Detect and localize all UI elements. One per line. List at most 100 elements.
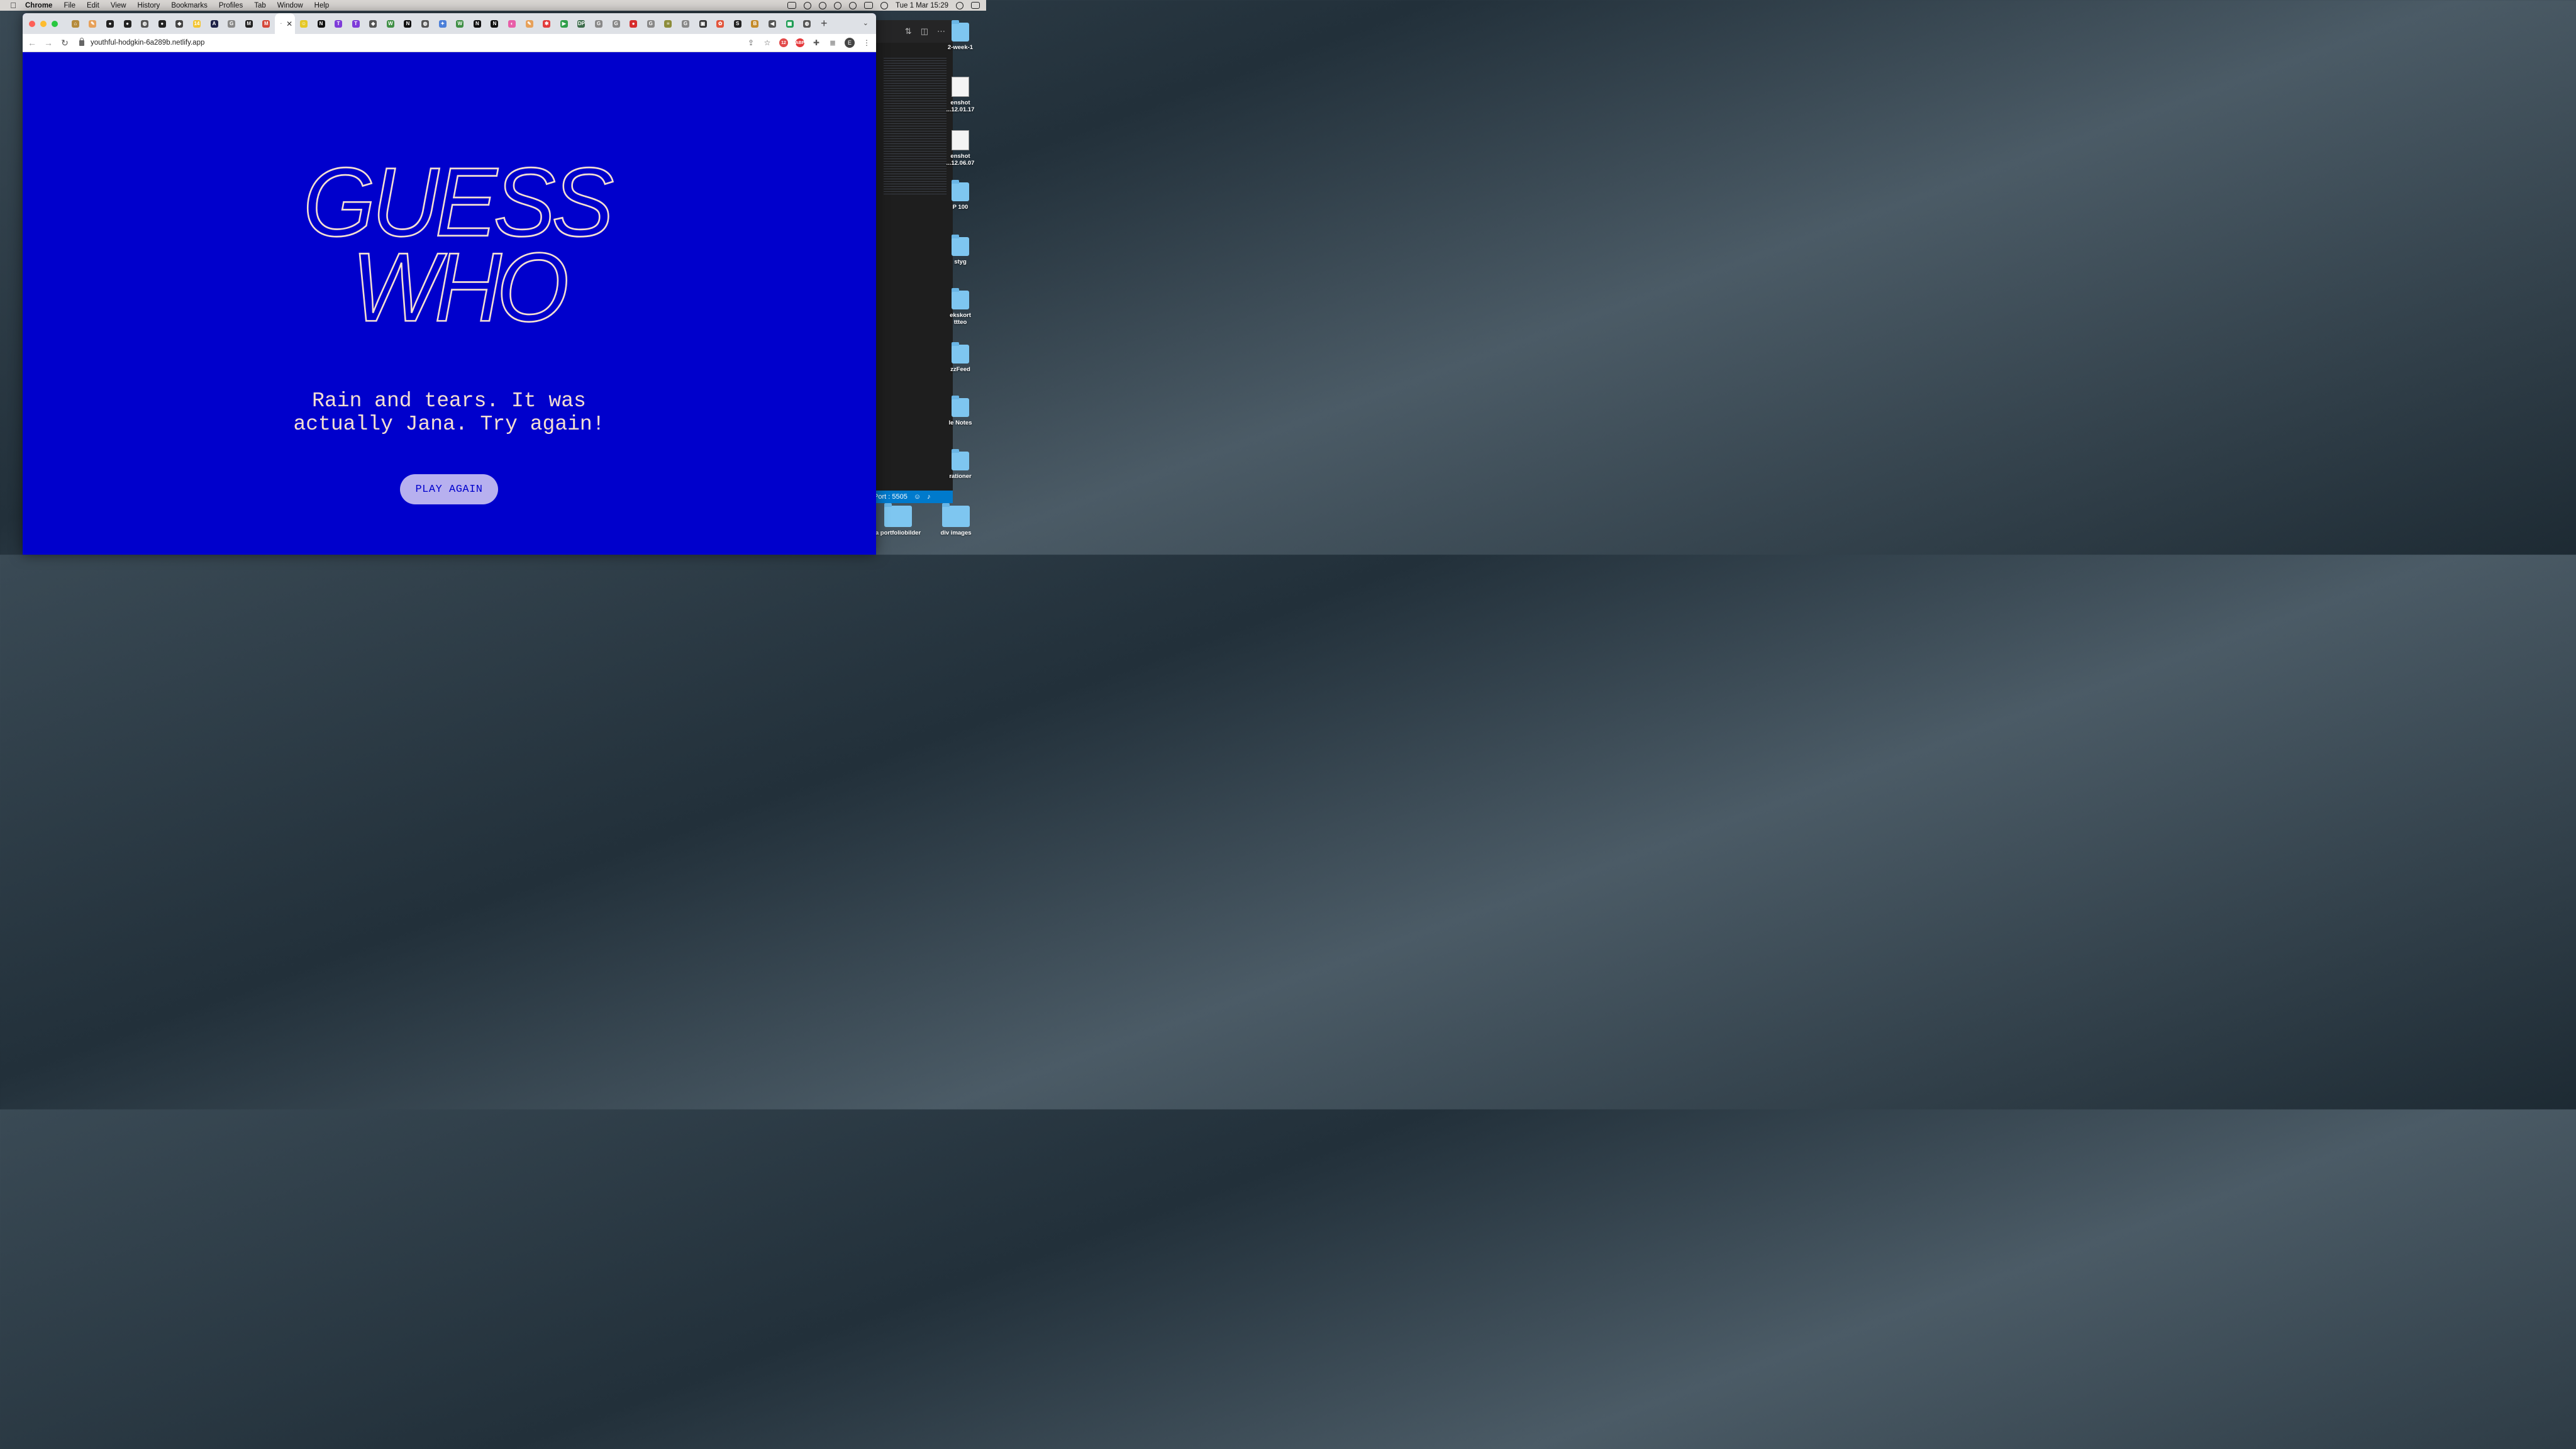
source-control-icon[interactable]: ⇅ (905, 26, 912, 36)
new-tab-button[interactable]: + (821, 17, 828, 30)
browser-tab[interactable]: ▶ (555, 13, 573, 34)
clock-ext-icon[interactable]: 12 (779, 38, 788, 47)
extension-status-icon[interactable] (819, 1, 827, 9)
menu-view[interactable]: View (111, 2, 126, 9)
control-center-icon[interactable] (971, 2, 980, 9)
address-bar[interactable]: youthful-hodgkin-6a289b.netlify.app (77, 36, 204, 50)
browser-tab[interactable]: ◍ (136, 13, 153, 34)
browser-tab[interactable]: ☺ (295, 13, 313, 34)
browser-tab[interactable]: ✿ (711, 13, 729, 34)
wifi-icon[interactable] (880, 1, 889, 9)
desktop-folder[interactable]: div images (932, 503, 980, 536)
menu-tab[interactable]: Tab (254, 2, 266, 9)
lock-icon[interactable] (79, 37, 84, 46)
share-icon[interactable]: ⇪ (747, 38, 755, 47)
chrome-menu-icon[interactable]: ⋮ (862, 38, 871, 47)
browser-tab[interactable]: T (347, 13, 365, 34)
browser-tab[interactable]: ◍ (416, 13, 434, 34)
browser-tab[interactable]: N (486, 13, 504, 34)
desktop-item[interactable]: le Notes (942, 396, 979, 426)
extensions-puzzle-icon[interactable]: ✚ (812, 38, 821, 47)
creative-cloud-icon[interactable] (804, 1, 812, 9)
browser-tab[interactable]: G (642, 13, 660, 34)
browser-tab[interactable]: N (313, 13, 330, 34)
browser-tab[interactable]: ● (625, 13, 642, 34)
bookmark-star-icon[interactable]: ☆ (763, 38, 772, 47)
browser-tab[interactable]: ⌂ (67, 13, 84, 34)
browser-tab[interactable]: ▦ (781, 13, 799, 34)
feedback-icon[interactable]: ☺ (914, 493, 921, 501)
profile-avatar[interactable]: E (845, 38, 855, 48)
tab-active[interactable]: · ✕ (275, 13, 296, 34)
desktop-item[interactable]: ekskort ttteo (942, 288, 979, 326)
desktop-item[interactable]: enshot ...12.06.07 (942, 130, 979, 167)
back-button[interactable]: ← (25, 38, 39, 48)
browser-tab[interactable]: ✱ (538, 13, 555, 34)
bluetooth-icon[interactable] (849, 1, 857, 9)
ghost-icon[interactable] (834, 1, 842, 9)
display-icon[interactable] (787, 2, 797, 9)
browser-tab[interactable]: G (223, 13, 240, 34)
browser-tab[interactable]: B (747, 13, 764, 34)
play-again-button[interactable]: PLAY AGAIN (400, 474, 498, 504)
browser-tab[interactable]: ◆ (365, 13, 382, 34)
browser-tab[interactable]: G (590, 13, 608, 34)
browser-tab[interactable]: S (729, 13, 747, 34)
browser-tab[interactable]: ✎ (521, 13, 538, 34)
desktop-item[interactable]: zzFeed (942, 342, 979, 373)
browser-tab[interactable]: M (240, 13, 258, 34)
browser-tab[interactable]: M (258, 13, 275, 34)
search-icon[interactable] (956, 1, 963, 9)
browser-tab[interactable]: ≡ (660, 13, 677, 34)
address-url[interactable]: youthful-hodgkin-6a289b.netlify.app (91, 39, 204, 47)
browser-tab[interactable]: 14 (188, 13, 206, 34)
menu-help[interactable]: Help (314, 2, 330, 9)
menu-bookmarks[interactable]: Bookmarks (171, 2, 208, 9)
reload-button[interactable]: ↻ (58, 38, 72, 48)
browser-tab[interactable]: ● (119, 13, 136, 34)
desktop-item[interactable]: styg (942, 235, 979, 265)
airplay-icon[interactable] (864, 2, 874, 9)
browser-tab[interactable]: ◍ (798, 13, 816, 34)
fullscreen-window-button[interactable] (52, 20, 58, 27)
menu-edit[interactable]: Edit (87, 2, 99, 9)
desktop-item[interactable]: enshot ...12.01.17 (942, 77, 979, 113)
desktop-item[interactable]: P 100 (942, 180, 979, 211)
browser-tab[interactable]: ▣ (694, 13, 712, 34)
browser-tab[interactable]: DP (573, 13, 591, 34)
menu-profiles[interactable]: Profiles (219, 2, 243, 9)
menubar-clock[interactable]: Tue 1 Mar 15:29 (896, 2, 948, 9)
live-server-port[interactable]: Port : 5505 (874, 493, 908, 501)
adblock-icon[interactable]: ABP (796, 38, 804, 47)
bell-icon[interactable]: ♪ (927, 493, 931, 501)
minimize-window-button[interactable] (40, 20, 47, 27)
desktop-item[interactable]: rationer (942, 449, 979, 480)
desktop-folder[interactable]: a portfoliobilder (874, 503, 922, 536)
menu-file[interactable]: File (64, 2, 75, 9)
browser-tab[interactable]: ◆ (171, 13, 189, 34)
browser-tab[interactable]: G (608, 13, 625, 34)
desktop-item[interactable]: 2-week-1 (942, 20, 979, 51)
menu-window[interactable]: Window (277, 2, 303, 9)
menu-app-name[interactable]: Chrome (25, 2, 52, 9)
browser-tab[interactable]: W (451, 13, 469, 34)
browser-tab[interactable]: ◀ (763, 13, 781, 34)
browser-tab[interactable]: ✎ (84, 13, 102, 34)
reading-list-icon[interactable]: ≣ (828, 38, 837, 47)
close-window-button[interactable] (29, 20, 35, 27)
close-tab-icon[interactable]: ✕ (286, 19, 292, 28)
browser-tab[interactable]: N (399, 13, 417, 34)
split-editor-icon[interactable]: ◫ (921, 26, 928, 36)
browser-tab[interactable]: ● (153, 13, 171, 34)
browser-tab[interactable]: ◐ (503, 13, 521, 34)
browser-tab[interactable]: A (206, 13, 223, 34)
browser-tab[interactable]: W (382, 13, 399, 34)
apple-icon[interactable]:  (9, 1, 18, 10)
browser-tab[interactable]: T (330, 13, 347, 34)
menu-history[interactable]: History (138, 2, 160, 9)
forward-button[interactable]: → (42, 38, 55, 48)
tab-search-chevron-icon[interactable]: ⌄ (863, 19, 869, 27)
browser-tab[interactable]: G (677, 13, 694, 34)
browser-tab[interactable]: N (469, 13, 486, 34)
browser-tab[interactable]: ✦ (434, 13, 452, 34)
